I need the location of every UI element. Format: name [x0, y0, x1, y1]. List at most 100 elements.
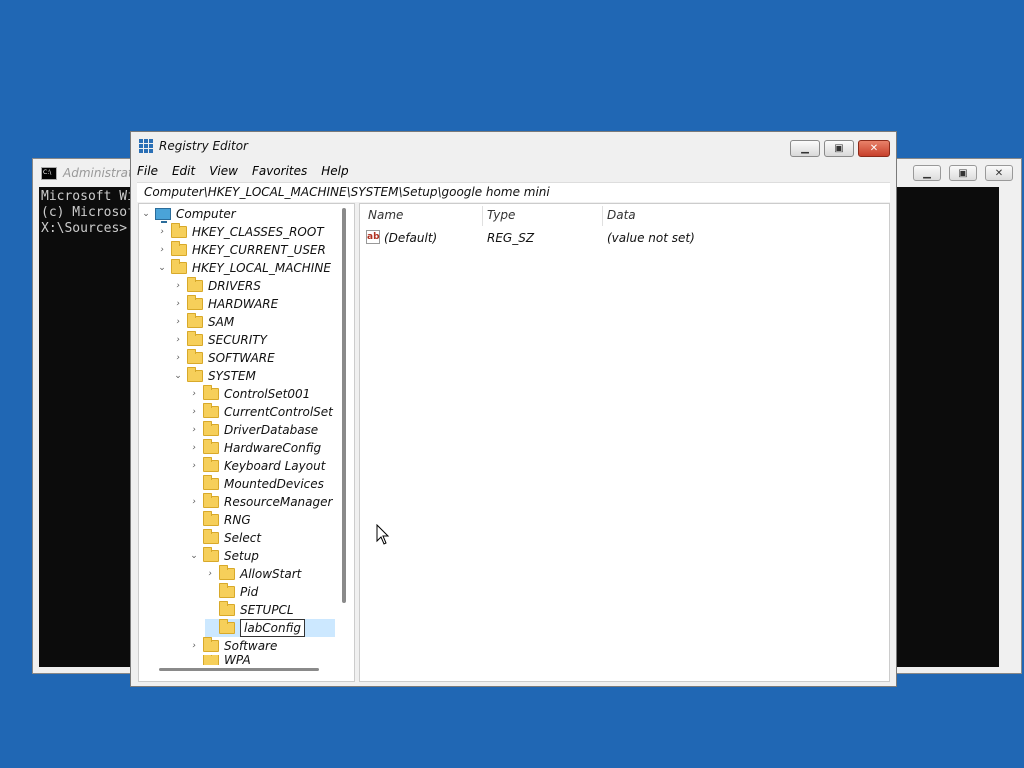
tree-vertical-scrollbar[interactable]: [342, 208, 346, 603]
menu-view[interactable]: View: [209, 164, 238, 178]
chevron-right-icon[interactable]: ›: [173, 335, 183, 345]
folder-icon: [203, 493, 219, 508]
tree-item-label: SECURITY: [208, 333, 267, 347]
chevron-right-icon[interactable]: ›: [189, 389, 199, 399]
maximize-button[interactable]: ▣: [824, 140, 854, 157]
tree-item-allowstart[interactable]: › AllowStart: [205, 565, 301, 583]
menu-edit[interactable]: Edit: [172, 164, 195, 178]
regedit-title: Registry Editor: [159, 139, 248, 153]
tree-item-label: SOFTWARE: [208, 351, 275, 365]
tree-item-label: Computer: [176, 207, 236, 221]
tree-item-software-sub[interactable]: › Software: [189, 637, 277, 655]
tree-item-keyboardlayout[interactable]: › Keyboard Layout: [189, 457, 325, 475]
chevron-right-icon[interactable]: ›: [157, 245, 167, 255]
chevron-right-icon[interactable]: ›: [189, 497, 199, 507]
tree-item-label: MountedDevices: [224, 477, 324, 491]
tree-item-sam[interactable]: › SAM: [173, 313, 234, 331]
tree-item-system[interactable]: ⌄ SYSTEM: [173, 367, 256, 385]
registry-editor-window[interactable]: Registry Editor ▁ ▣ ✕ File Edit View Fav…: [130, 131, 897, 687]
folder-icon: [171, 241, 187, 256]
tree-item-setup[interactable]: ⌄ Setup: [189, 547, 259, 565]
cmd-minimize-button[interactable]: ▁: [913, 165, 941, 181]
tree-item-software[interactable]: › SOFTWARE: [173, 349, 275, 367]
folder-icon: [219, 601, 235, 616]
folder-icon: [187, 349, 203, 364]
value-name: (Default): [384, 231, 438, 245]
folder-icon: [219, 565, 235, 580]
chevron-right-icon[interactable]: ›: [205, 569, 215, 579]
tree-item-label: HardwareConfig: [224, 441, 322, 455]
values-list-pane[interactable]: Name Type Data ab (Default) REG_SZ (valu…: [359, 203, 890, 682]
tree-item-label: HARDWARE: [208, 297, 279, 311]
tree-item-label: HKEY_LOCAL_MACHINE: [192, 261, 331, 275]
chevron-right-icon[interactable]: ›: [189, 407, 199, 417]
folder-icon: [203, 511, 219, 526]
menu-help[interactable]: Help: [321, 164, 348, 178]
tree-item-pid[interactable]: Pid: [205, 583, 258, 601]
tree-item-driverdatabase[interactable]: › DriverDatabase: [189, 421, 318, 439]
cmd-close-button[interactable]: ✕: [985, 165, 1013, 181]
column-header-type[interactable]: Type: [487, 208, 515, 222]
chevron-right-icon[interactable]: ›: [189, 425, 199, 435]
tree-item-label: DriverDatabase: [224, 423, 319, 437]
tree-item-resourcemanager[interactable]: › ResourceManager: [189, 493, 332, 511]
menu-favorites[interactable]: Favorites: [252, 164, 307, 178]
tree-item-labconfig[interactable]: labConfig: [205, 619, 335, 637]
tree-horizontal-scrollbar[interactable]: [159, 668, 319, 671]
chevron-right-icon[interactable]: ›: [189, 443, 199, 453]
chevron-down-icon[interactable]: ⌄: [157, 263, 167, 273]
address-bar[interactable]: Computer\HKEY_LOCAL_MACHINE\SYSTEM\Setup…: [137, 182, 890, 202]
folder-icon: [187, 277, 203, 292]
tree-item-hklm[interactable]: ⌄ HKEY_LOCAL_MACHINE: [157, 259, 331, 277]
folder-icon: [187, 313, 203, 328]
computer-icon: [155, 208, 171, 223]
column-header-name[interactable]: Name: [368, 208, 403, 222]
tree-item-label: CurrentControlSet: [224, 405, 333, 419]
tree-item-hardwareconfig[interactable]: › HardwareConfig: [189, 439, 321, 457]
tree-item-label: SETUPCL: [240, 603, 294, 617]
folder-icon: [203, 403, 219, 418]
folder-icon: [203, 439, 219, 454]
cmd-window-controls: ▁ ▣ ✕: [913, 165, 1013, 181]
cmd-maximize-button[interactable]: ▣: [949, 165, 977, 181]
chevron-right-icon[interactable]: ›: [189, 461, 199, 471]
chevron-down-icon[interactable]: ⌄: [189, 551, 199, 561]
tree-item-select[interactable]: Select: [189, 529, 261, 547]
tree-item-label: Select: [224, 531, 262, 545]
chevron-right-icon[interactable]: ›: [173, 299, 183, 309]
tree-item-setupcl[interactable]: SETUPCL: [205, 601, 294, 619]
close-button[interactable]: ✕: [858, 140, 890, 157]
menu-file[interactable]: File: [137, 164, 158, 178]
regedit-window-controls: ▁ ▣ ✕: [790, 140, 890, 157]
chevron-right-icon[interactable]: ›: [157, 227, 167, 237]
tree-item-label: SAM: [208, 315, 235, 329]
tree-item-security[interactable]: › SECURITY: [173, 331, 267, 349]
column-header-data[interactable]: Data: [607, 208, 636, 222]
chevron-down-icon[interactable]: ⌄: [141, 209, 151, 219]
tree-item-hardware[interactable]: › HARDWARE: [173, 295, 278, 313]
tree-item-computer[interactable]: ⌄ Computer: [141, 205, 236, 223]
tree-item-mounteddevices[interactable]: MountedDevices: [189, 475, 324, 493]
folder-icon: [203, 457, 219, 472]
tree-item-currentcontrolset[interactable]: › CurrentControlSet: [189, 403, 333, 421]
tree-item-rng[interactable]: RNG: [189, 511, 251, 529]
chevron-right-icon[interactable]: ›: [173, 317, 183, 327]
tree-item-wpa[interactable]: WPA: [189, 655, 251, 665]
rename-key-input[interactable]: labConfig: [240, 619, 305, 637]
folder-icon: [171, 223, 187, 238]
tree-item-hkcr[interactable]: › HKEY_CLASSES_ROOT: [157, 223, 324, 241]
tree-item-hkcu[interactable]: › HKEY_CURRENT_USER: [157, 241, 326, 259]
menu-bar: File Edit View Favorites Help: [131, 160, 896, 182]
chevron-right-icon[interactable]: ›: [189, 641, 199, 651]
tree-item-controlset001[interactable]: › ControlSet001: [189, 385, 310, 403]
tree-item-drivers[interactable]: › DRIVERS: [173, 277, 261, 295]
tree-item-label: HKEY_CLASSES_ROOT: [192, 225, 324, 239]
key-tree-pane[interactable]: ⌄ Computer › HKEY_CLASSES_ROOT › HKEY_CU…: [138, 203, 355, 682]
tree-item-label: RNG: [224, 513, 251, 527]
chevron-right-icon[interactable]: ›: [173, 281, 183, 291]
regedit-titlebar[interactable]: Registry Editor: [131, 132, 896, 160]
minimize-button[interactable]: ▁: [790, 140, 820, 157]
tree-item-label: Software: [224, 639, 278, 653]
chevron-right-icon[interactable]: ›: [173, 353, 183, 363]
chevron-down-icon[interactable]: ⌄: [173, 371, 183, 381]
